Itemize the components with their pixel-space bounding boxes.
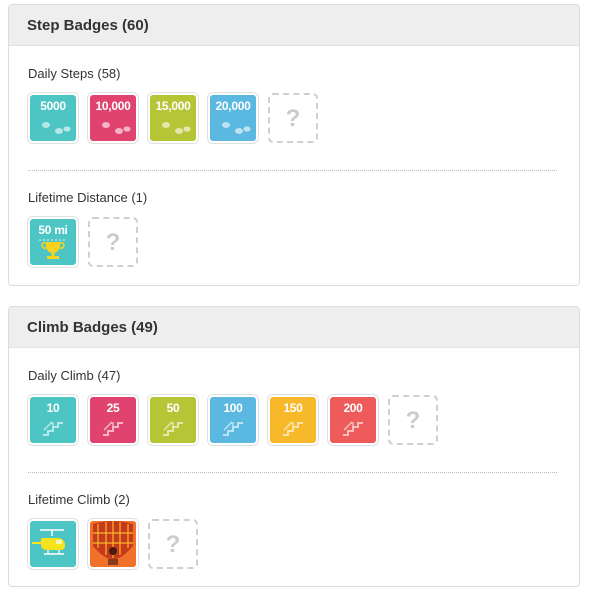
question-mark-icon: ?	[105, 229, 121, 256]
daily-climb-badges: 10 25 50 100 150 200 ?	[28, 395, 528, 445]
step-badges-panel: Step Badges (60) Daily Steps (58) 5000 1…	[8, 4, 580, 286]
section-divider	[28, 170, 557, 171]
question-mark-icon: ?	[165, 531, 181, 558]
stairs-icon	[343, 421, 363, 436]
badge-steps-20000[interactable]: 20,000	[208, 93, 258, 143]
badge-steps-5000[interactable]: 5000	[28, 93, 78, 143]
step-badges-header: Step Badges (60)	[9, 5, 579, 46]
question-mark-icon: ?	[405, 407, 421, 434]
badge-climb-25[interactable]: 25	[88, 395, 138, 445]
climb-badges-header: Climb Badges (49)	[9, 307, 579, 348]
lifetime-climb-title: Lifetime Climb (2)	[28, 492, 130, 507]
stairs-icon	[43, 421, 63, 436]
badge-locked[interactable]: ?	[148, 519, 198, 569]
climb-badges-panel: Climb Badges (49) Daily Climb (47) 10 25…	[8, 306, 580, 587]
trophy-icon	[39, 239, 67, 259]
lifetime-distance-badges: 50 mi ?	[28, 217, 528, 267]
badge-climb-hot-air-balloon[interactable]	[88, 519, 138, 569]
badge-locked[interactable]: ?	[268, 93, 318, 143]
badge-steps-10000[interactable]: 10,000	[88, 93, 138, 143]
lifetime-climb-badges: ?	[28, 519, 528, 569]
footprints-icon	[42, 122, 71, 134]
section-divider	[28, 472, 557, 473]
stairs-icon	[223, 421, 243, 436]
question-mark-icon: ?	[285, 105, 301, 132]
footprints-icon	[162, 122, 191, 134]
daily-steps-title: Daily Steps (58)	[28, 66, 121, 81]
badge-climb-150[interactable]: 150	[268, 395, 318, 445]
badge-climb-helicopter[interactable]	[28, 519, 78, 569]
stairs-icon	[163, 421, 183, 436]
badge-climb-10[interactable]: 10	[28, 395, 78, 445]
daily-climb-title: Daily Climb (47)	[28, 368, 121, 383]
hot-air-balloon-icon	[90, 521, 136, 567]
daily-steps-badges: 5000 10,000 15,000 20,000 ?	[28, 93, 528, 143]
badge-climb-100[interactable]: 100	[208, 395, 258, 445]
stairs-icon	[283, 421, 303, 436]
badge-climb-50[interactable]: 50	[148, 395, 198, 445]
lifetime-distance-title: Lifetime Distance (1)	[28, 190, 148, 205]
badge-locked[interactable]: ?	[88, 217, 138, 267]
stairs-icon	[103, 421, 123, 436]
badge-steps-15000[interactable]: 15,000	[148, 93, 198, 143]
footprints-icon	[102, 122, 131, 134]
helicopter-icon	[32, 529, 65, 555]
footprints-icon	[222, 122, 251, 134]
badge-locked[interactable]: ?	[388, 395, 438, 445]
badge-distance-50mi[interactable]: 50 mi	[28, 217, 78, 267]
badge-climb-200[interactable]: 200	[328, 395, 378, 445]
